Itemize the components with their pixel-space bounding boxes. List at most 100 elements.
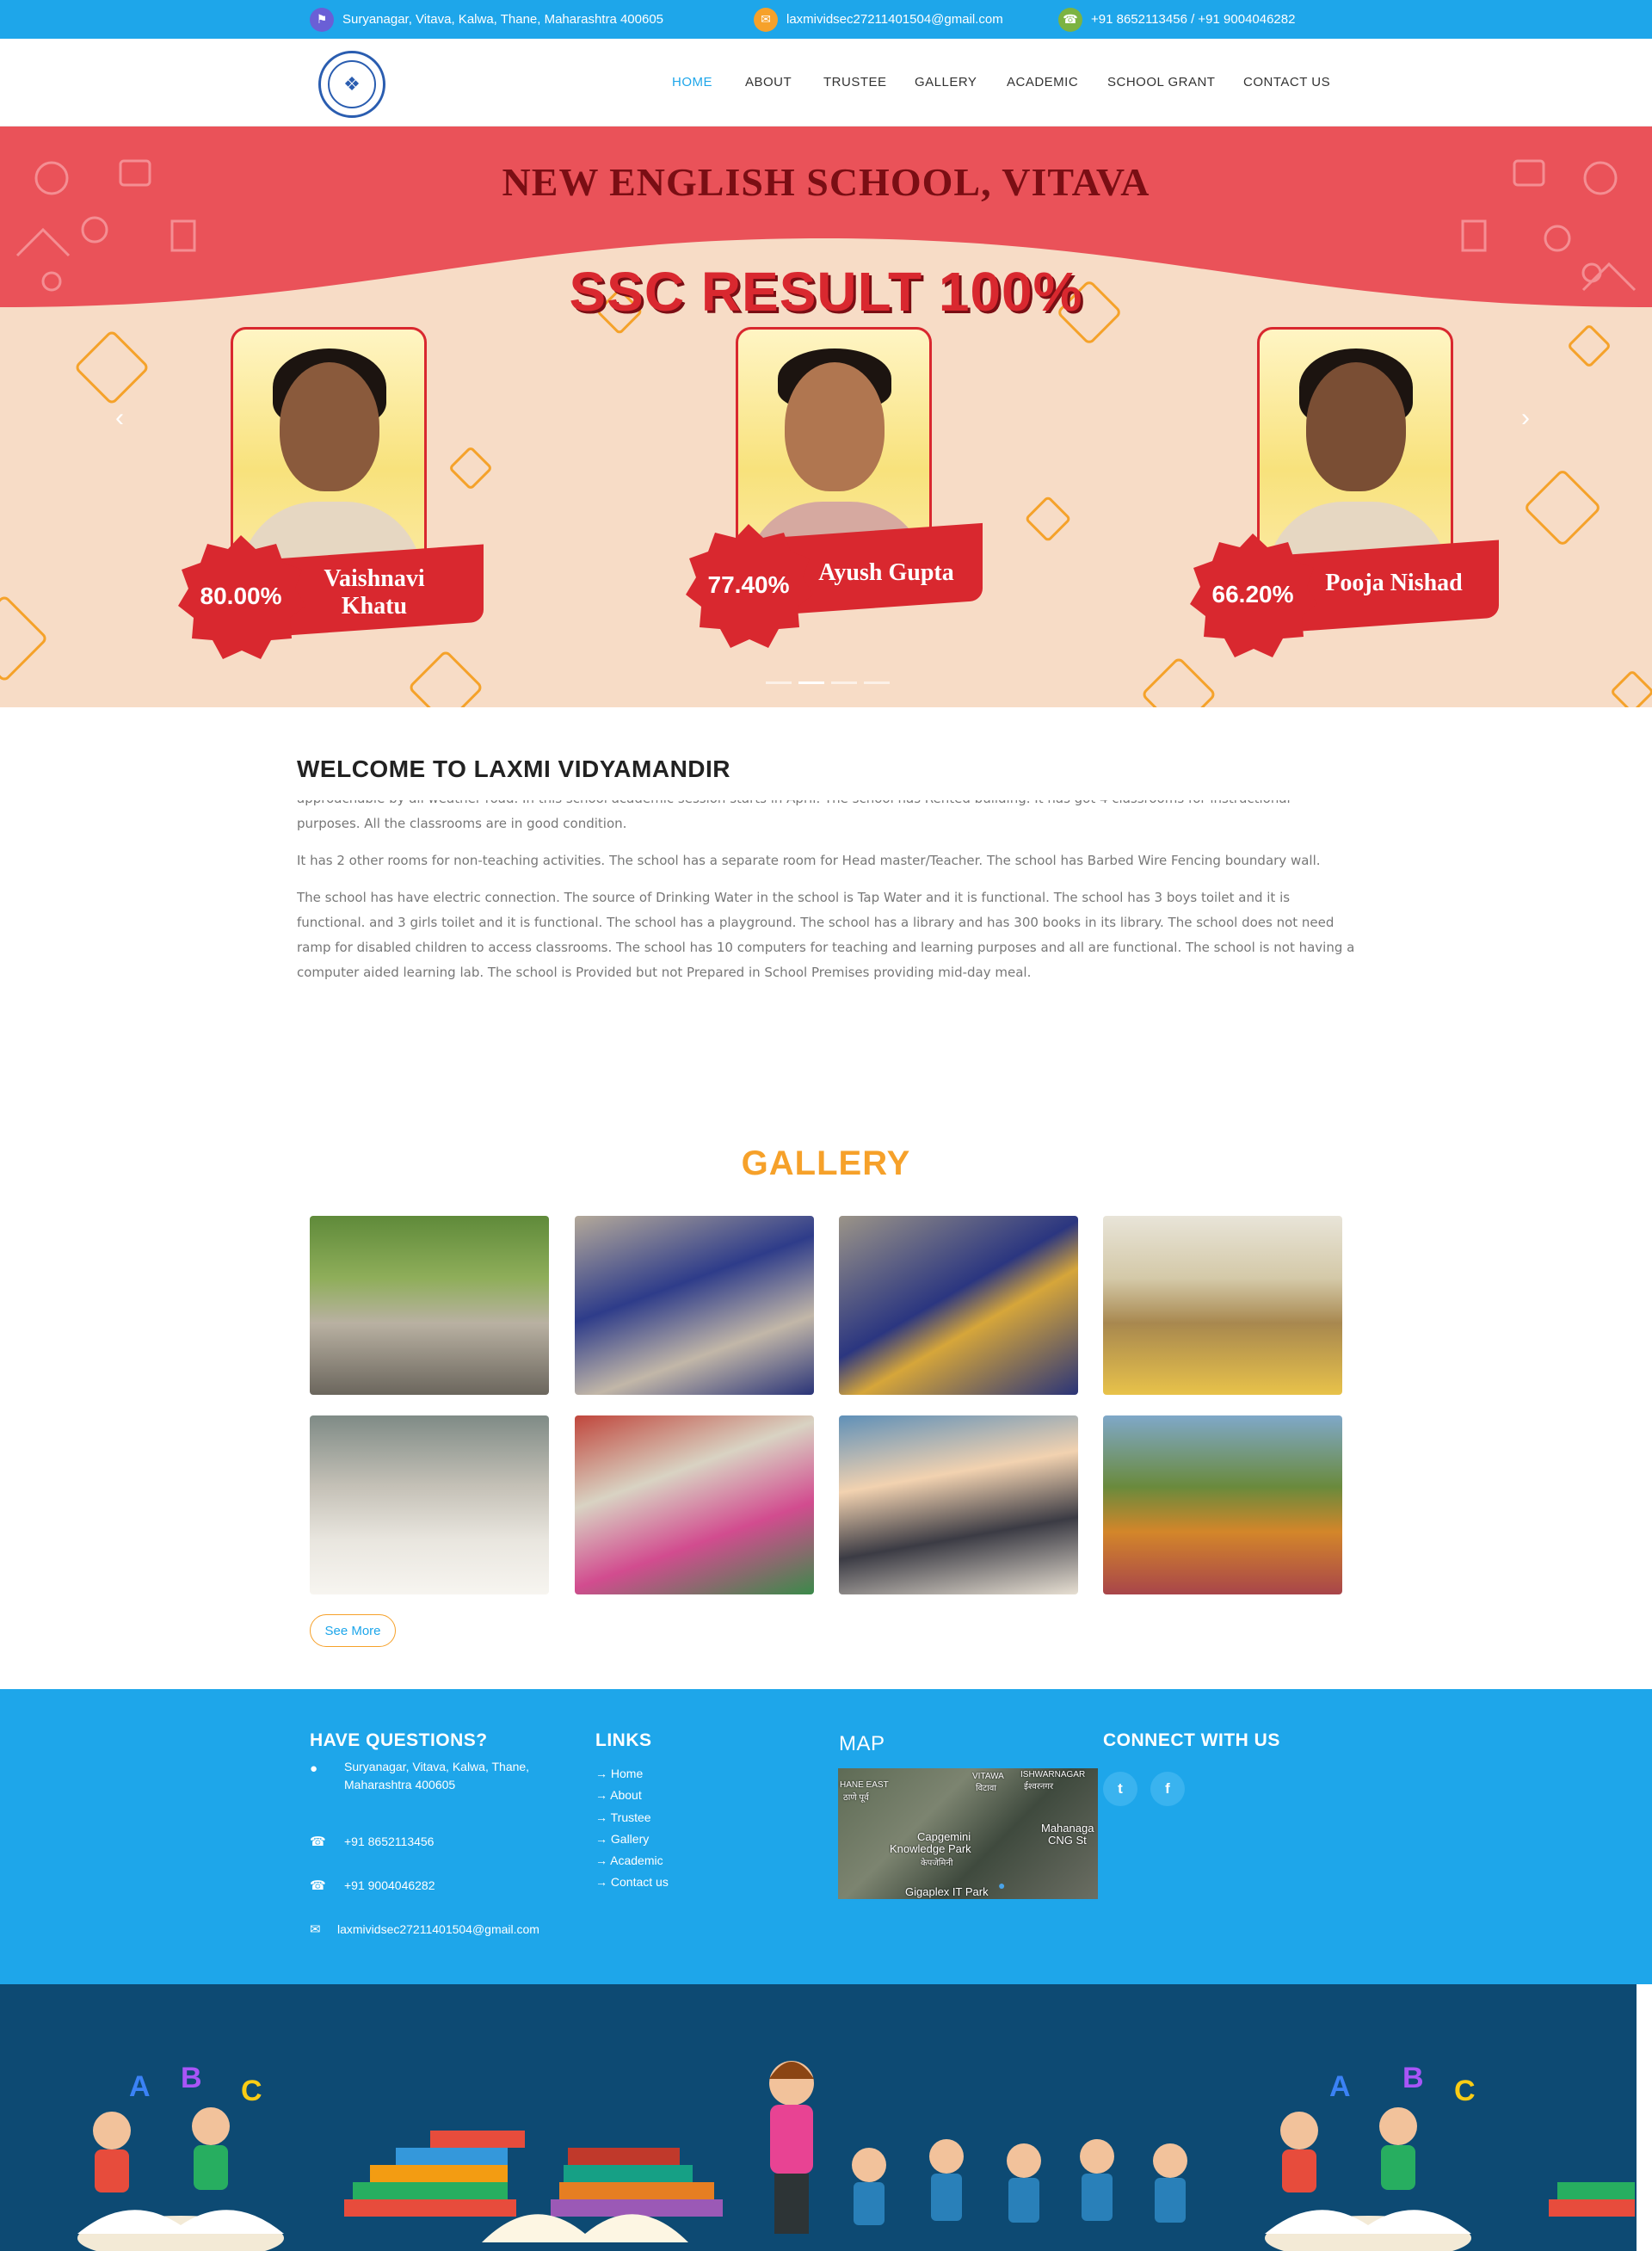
svg-text:C: C bbox=[241, 2075, 262, 2107]
see-more-button[interactable]: See More bbox=[310, 1614, 396, 1647]
footer-links-title: LINKS bbox=[595, 1730, 652, 1750]
map-label-thane-east-marathi: ठाणे पूर्व bbox=[843, 1793, 869, 1803]
top-contact-bar: ⚑ Suryanagar, Vitava, Kalwa, Thane, Maha… bbox=[0, 0, 1652, 39]
hero-school-title: NEW ENGLISH SCHOOL, VITAVA bbox=[502, 160, 1150, 204]
footer-link-home[interactable]: → Home bbox=[595, 1767, 643, 1780]
slider-prev-arrow[interactable]: ‹ bbox=[115, 404, 124, 433]
student-percent-3: 66.20% bbox=[1211, 581, 1294, 607]
gallery-photo-2[interactable] bbox=[575, 1216, 814, 1395]
nav-academic[interactable]: ACADEMIC bbox=[1007, 75, 1078, 89]
footer-link-gallery[interactable]: → Gallery bbox=[595, 1832, 649, 1846]
topbar-address-text: Suryanagar, Vitava, Kalwa, Thane, Mahara… bbox=[342, 12, 664, 27]
nav-gallery[interactable]: GALLERY bbox=[915, 75, 977, 89]
slider-dots bbox=[766, 681, 890, 684]
map-icon: ⚑ bbox=[310, 7, 334, 32]
hero-result-headline: SSC RESULT 100% bbox=[569, 261, 1083, 323]
slider-next-arrow[interactable]: › bbox=[1521, 404, 1530, 433]
welcome-title: WELCOME TO LAXMI VIDYAMANDIR bbox=[297, 755, 731, 782]
student-name-1-line2: Khatu bbox=[341, 593, 408, 620]
mail-icon: ✉ bbox=[754, 7, 778, 32]
footer-map-title: MAP bbox=[839, 1732, 885, 1755]
svg-text:C: C bbox=[1454, 2075, 1476, 2107]
phone-icon: ☎ bbox=[310, 1835, 326, 1849]
topbar-address: ⚑ Suryanagar, Vitava, Kalwa, Thane, Maha… bbox=[310, 0, 663, 39]
location-icon: ● bbox=[310, 1761, 318, 1776]
student-photo-3 bbox=[1257, 327, 1453, 566]
book-icon: ❖ bbox=[328, 60, 376, 108]
topbar-phone-text[interactable]: +91 8652113456 / +91 9004046282 bbox=[1091, 12, 1295, 27]
footer-address: Suryanagar, Vitava, Kalwa, Thane, Mahara… bbox=[344, 1758, 529, 1794]
map-label-vitawa-marathi: विटावा bbox=[976, 1784, 996, 1793]
gallery-photo-8[interactable] bbox=[1103, 1415, 1342, 1594]
svg-text:B: B bbox=[181, 2062, 202, 2094]
footer: HAVE QUESTIONS? ● Suryanagar, Vitava, Ka… bbox=[0, 1689, 1652, 1984]
gallery-photo-1[interactable] bbox=[310, 1216, 549, 1395]
footer-address-line2: Maharashtra 400605 bbox=[344, 1778, 456, 1792]
mail-icon: ✉ bbox=[310, 1922, 321, 1937]
student-photo-1 bbox=[231, 327, 427, 566]
nav-school-grant[interactable]: SCHOOL GRANT bbox=[1107, 75, 1215, 89]
footer-phone-2[interactable]: +91 9004046282 bbox=[344, 1877, 435, 1895]
nav-about[interactable]: ABOUT bbox=[745, 75, 792, 89]
map-label-capgemini-marathi: केपजेमिनी bbox=[921, 1859, 953, 1868]
map-label-mahanagar: Mahanaga bbox=[1041, 1822, 1094, 1835]
footer-connect-title: CONNECT WITH US bbox=[1103, 1730, 1280, 1750]
student-name-1: Vaishnavi Khatu bbox=[301, 565, 447, 620]
school-logo[interactable]: ❖ bbox=[318, 51, 385, 118]
twitter-icon[interactable]: t bbox=[1103, 1772, 1137, 1806]
main-navbar: ❖ HOME ABOUT TRUSTEE GALLERY ACADEMIC SC… bbox=[0, 39, 1652, 126]
footer-link-about[interactable]: → About bbox=[595, 1788, 642, 1802]
map-label-thane-east: HANE EAST bbox=[840, 1780, 889, 1790]
student-percent-2: 77.40% bbox=[707, 571, 790, 598]
nav-contact-us[interactable]: CONTACT US bbox=[1243, 75, 1330, 89]
hero-slider: NEW ENGLISH SCHOOL, VITAVA SSC RESULT 10… bbox=[0, 126, 1652, 707]
slider-dot-4[interactable] bbox=[864, 681, 890, 684]
topbar-email[interactable]: ✉ laxmividsec27211401504@gmail.com bbox=[754, 0, 1003, 39]
map-label-vitawa: VITAWA bbox=[972, 1772, 1004, 1781]
welcome-text: approachable by all weather road. In thi… bbox=[297, 800, 1355, 1024]
map-label-ishwarnagar-marathi: ईश्वरनगर bbox=[1024, 1782, 1054, 1792]
student-name-2: Ayush Gupta bbox=[818, 559, 954, 586]
svg-text:A: A bbox=[1329, 2070, 1351, 2103]
footer-link-academic[interactable]: → Academic bbox=[595, 1853, 663, 1867]
phone-icon: ☎ bbox=[310, 1878, 326, 1893]
welcome-paragraph-3: The school has have electric connection.… bbox=[297, 890, 1355, 980]
location-map[interactable]: HANE EAST ठाणे पूर्व VITAWA विटावा ISHWA… bbox=[838, 1768, 1098, 1899]
gallery-photo-6[interactable] bbox=[575, 1415, 814, 1594]
student-name-3: Pooja Nishad bbox=[1325, 570, 1463, 596]
topbar-email-text[interactable]: laxmividsec27211401504@gmail.com bbox=[786, 12, 1003, 27]
topbar-phone[interactable]: ☎ +91 8652113456 / +91 9004046282 bbox=[1058, 0, 1295, 39]
svg-text:B: B bbox=[1402, 2062, 1424, 2094]
footer-link-contact-us[interactable]: → Contact us bbox=[595, 1875, 669, 1889]
nav-home[interactable]: HOME bbox=[672, 75, 712, 89]
map-label-capgemini: Capgemini bbox=[917, 1830, 971, 1843]
slider-dot-2[interactable] bbox=[798, 681, 824, 684]
map-label-gigaplex: Gigaplex IT Park bbox=[905, 1885, 989, 1898]
student-name-1-line1: Vaishnavi bbox=[324, 565, 425, 592]
welcome-paragraph-1: approachable by all weather road. In thi… bbox=[297, 800, 1291, 831]
footer-link-trustee[interactable]: → Trustee bbox=[595, 1810, 651, 1824]
map-label-ishwarnagar: ISHWARNAGAR bbox=[1020, 1770, 1086, 1779]
map-label-cng: CNG St bbox=[1048, 1834, 1087, 1847]
footer-address-line1: Suryanagar, Vitava, Kalwa, Thane, bbox=[344, 1760, 530, 1773]
slider-dot-3[interactable] bbox=[831, 681, 857, 684]
gallery-photo-7[interactable] bbox=[839, 1415, 1078, 1594]
gallery-photo-4[interactable] bbox=[1103, 1216, 1342, 1395]
footer-email[interactable]: laxmividsec27211401504@gmail.com bbox=[337, 1921, 539, 1939]
slider-dot-1[interactable] bbox=[766, 681, 792, 684]
welcome-paragraph-2: It has 2 other rooms for non-teaching ac… bbox=[297, 853, 1321, 868]
map-label-knowledge-park: Knowledge Park bbox=[890, 1842, 971, 1855]
footer-phone-1[interactable]: +91 8652113456 bbox=[344, 1833, 434, 1851]
nav-trustee[interactable]: TRUSTEE bbox=[823, 75, 887, 89]
footer-questions-title: HAVE QUESTIONS? bbox=[310, 1730, 488, 1750]
facebook-icon[interactable]: f bbox=[1150, 1772, 1185, 1806]
footer-illustration: A B C A B C bbox=[0, 1984, 1637, 2251]
gallery-photo-3[interactable] bbox=[839, 1216, 1078, 1395]
student-percent-1: 80.00% bbox=[200, 583, 282, 609]
gallery-title: GALLERY bbox=[741, 1144, 911, 1182]
map-pin-icon: ● bbox=[998, 1878, 1006, 1892]
phone-icon: ☎ bbox=[1058, 7, 1082, 32]
gallery-photo-5[interactable] bbox=[310, 1415, 549, 1594]
svg-text:A: A bbox=[129, 2070, 151, 2103]
kids-books-illustration: A B C A B C bbox=[77, 2061, 1635, 2251]
